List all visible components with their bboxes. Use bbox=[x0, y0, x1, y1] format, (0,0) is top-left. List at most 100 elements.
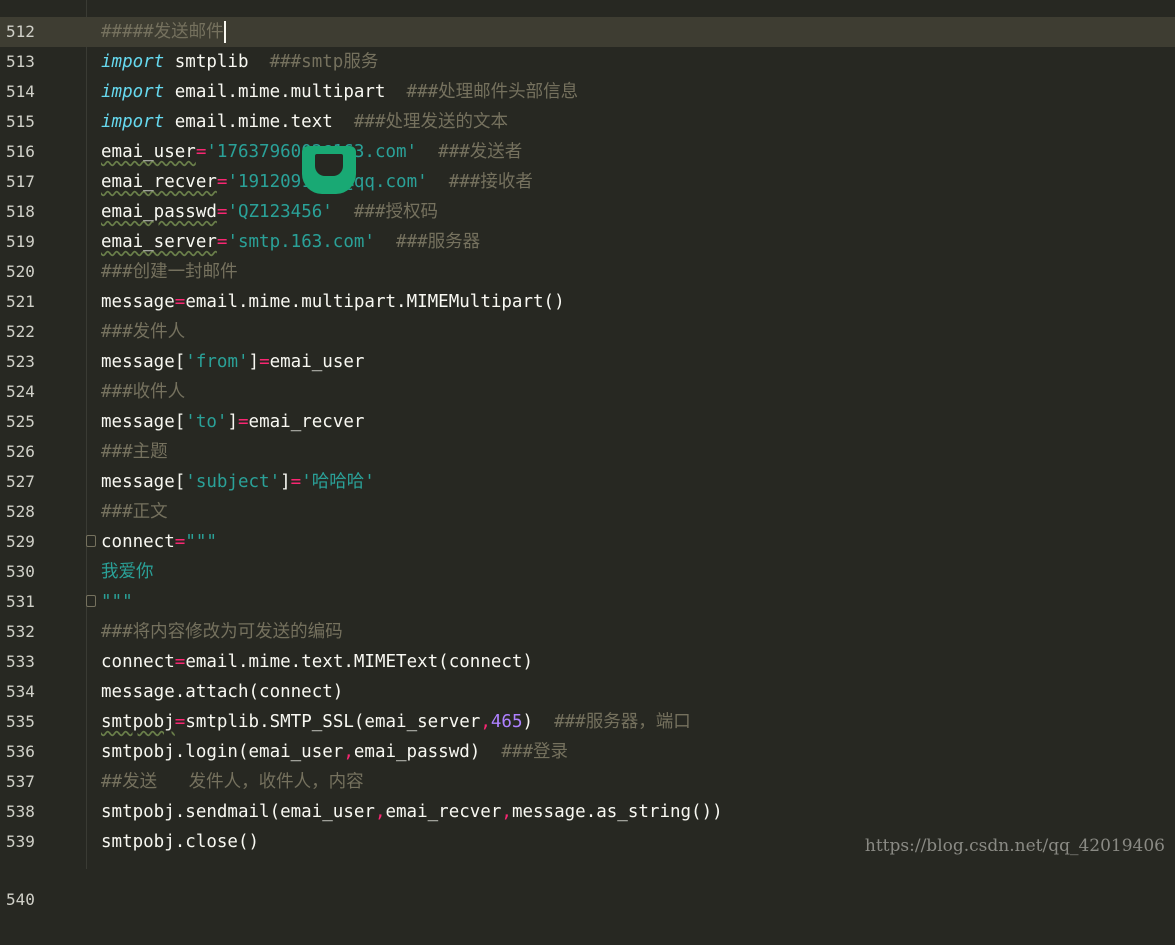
code-token: emai_recver bbox=[248, 412, 365, 432]
code-token: """ bbox=[185, 532, 217, 552]
code-line[interactable]: 533 connect=email.mime.text.MIMEText(conn… bbox=[0, 647, 1175, 677]
code-token: = bbox=[216, 232, 228, 252]
code-line[interactable]: 516emai_user='1763796002@163.com' ###发送者 bbox=[0, 137, 1175, 167]
code-line[interactable]: 526 ###主题 bbox=[0, 437, 1175, 467]
line-number: 513 bbox=[6, 52, 35, 71]
code-token: , bbox=[480, 712, 491, 732]
fold-marker-icon[interactable] bbox=[86, 535, 96, 547]
code-line[interactable]: 529 connect=""" bbox=[0, 527, 1175, 557]
code-line[interactable]: 518 emai_passwd='QZ123456' ###授权码 bbox=[0, 197, 1175, 227]
code-text[interactable]: message['subject']='哈哈哈' bbox=[101, 467, 375, 497]
code-text[interactable]: import smtplib ###smtp服务 bbox=[101, 47, 378, 77]
code-token: ###处理发送的文本 bbox=[353, 112, 508, 132]
code-line[interactable]: 513 import smtplib ###smtp服务 bbox=[0, 47, 1175, 77]
code-token: smtpobj bbox=[101, 712, 175, 732]
code-text[interactable]: 我爱你 bbox=[101, 557, 154, 587]
code-line[interactable]: 540 bbox=[0, 855, 1175, 909]
line-number: 535 bbox=[6, 712, 35, 731]
code-token: = bbox=[216, 202, 228, 222]
code-text[interactable]: """ bbox=[101, 587, 133, 617]
code-token: ###服务器 bbox=[396, 232, 481, 252]
code-text[interactable]: ###发件人 bbox=[101, 317, 185, 347]
line-number: 536 bbox=[6, 742, 35, 761]
code-line[interactable]: 535 smtpobj=smtplib.SMTP_SSL(emai_server,… bbox=[0, 707, 1175, 737]
code-text[interactable]: smtpobj=smtplib.SMTP_SSL(emai_server,465… bbox=[101, 707, 691, 737]
code-token: = bbox=[216, 172, 228, 192]
code-line[interactable]: 534 message.attach(connect) bbox=[0, 677, 1175, 707]
line-number: 524 bbox=[6, 382, 35, 401]
code-token: 'QZ123456' bbox=[227, 202, 333, 222]
code-token: smtplib.SMTP_SSL(emai_server bbox=[185, 712, 481, 732]
code-text[interactable]: #####发送邮件 bbox=[101, 17, 226, 47]
code-text[interactable]: emai_passwd='QZ123456' ###授权码 bbox=[101, 197, 438, 227]
code-text[interactable]: import email.mime.text ###处理发送的文本 bbox=[101, 107, 508, 137]
code-text[interactable]: message=email.mime.multipart.MIMEMultipa… bbox=[101, 287, 565, 317]
code-line[interactable]: 522 ###发件人 bbox=[0, 317, 1175, 347]
code-token: message[ bbox=[101, 352, 186, 372]
code-token: message[ bbox=[101, 412, 186, 432]
code-token: = bbox=[174, 712, 186, 732]
code-text[interactable]: connect=""" bbox=[101, 527, 217, 557]
code-text[interactable]: smtpobj.login(emai_user,emai_passwd) ###… bbox=[101, 737, 568, 767]
code-line[interactable]: 530 我爱你 bbox=[0, 557, 1175, 587]
code-text[interactable]: ###主题 bbox=[101, 437, 168, 467]
code-line[interactable]: 515 import email.mime.text ###处理发送的文本 bbox=[0, 107, 1175, 137]
fold-marker-icon[interactable] bbox=[86, 595, 96, 607]
code-text[interactable]: import email.mime.multipart ###处理邮件头部信息 bbox=[101, 77, 578, 107]
code-line[interactable]: 523 message['from']=emai_user bbox=[0, 347, 1175, 377]
code-line[interactable]: 519 emai_server='smtp.163.com' ###服务器 bbox=[0, 227, 1175, 257]
code-text[interactable]: emai_server='smtp.163.com' ###服务器 bbox=[101, 227, 480, 257]
code-line[interactable]: 525 message['to']=emai_recver bbox=[0, 407, 1175, 437]
code-line[interactable]: 538 smtpobj.sendmail(emai_user,emai_recve… bbox=[0, 797, 1175, 827]
code-line[interactable]: 517emai_recver='1912091970@qq.com' ###接收… bbox=[0, 167, 1175, 197]
code-line[interactable]: 528 ###正文 bbox=[0, 497, 1175, 527]
code-token: emai_user bbox=[269, 352, 365, 372]
code-line[interactable]: 537 ##发送 发件人，收件人，内容 bbox=[0, 767, 1175, 797]
code-token: ] bbox=[248, 352, 260, 372]
code-line[interactable]: 531 """ bbox=[0, 587, 1175, 617]
line-number: 526 bbox=[6, 442, 35, 461]
code-text[interactable]: ##发送 发件人，收件人，内容 bbox=[101, 767, 364, 797]
code-token: import bbox=[101, 112, 165, 132]
line-number: 540 bbox=[6, 890, 35, 909]
line-number: 525 bbox=[6, 412, 35, 431]
code-token: message.attach(connect) bbox=[101, 682, 344, 702]
code-token: = bbox=[174, 292, 186, 312]
code-text[interactable]: connect=email.mime.text.MIMEText(connect… bbox=[101, 647, 533, 677]
line-number: 517 bbox=[6, 172, 35, 191]
code-text[interactable]: ###创建一封邮件 bbox=[101, 257, 238, 287]
code-line[interactable]: 514 import email.mime.multipart ###处理邮件头部… bbox=[0, 77, 1175, 107]
line-number: 515 bbox=[6, 112, 35, 131]
code-text[interactable]: message.attach(connect) bbox=[101, 677, 343, 707]
code-text[interactable]: smtpobj.sendmail(emai_user,emai_recver,m… bbox=[101, 797, 723, 827]
code-line[interactable]: 532 ###将内容修改为可发送的编码 bbox=[0, 617, 1175, 647]
code-line[interactable]: 536 smtpobj.login(emai_user,emai_passwd) … bbox=[0, 737, 1175, 767]
line-number: 527 bbox=[6, 472, 35, 491]
code-text[interactable]: ###正文 bbox=[101, 497, 168, 527]
line-number: 539 bbox=[6, 832, 35, 851]
code-token: email.mime.multipart bbox=[164, 82, 407, 102]
code-token: ###发送者 bbox=[438, 142, 523, 162]
code-token: ###发件人 bbox=[101, 322, 186, 342]
code-editor[interactable]: 511 512 #####发送邮件 513 import smtplib ###smt… bbox=[0, 0, 1175, 909]
code-token: = bbox=[195, 142, 207, 162]
code-line[interactable]: 520 ###创建一封邮件 bbox=[0, 257, 1175, 287]
code-line[interactable]: 524 ###收件人 bbox=[0, 377, 1175, 407]
code-line[interactable]: 527 message['subject']='哈哈哈' bbox=[0, 467, 1175, 497]
code-token: ] bbox=[227, 412, 238, 432]
code-text[interactable]: ###将内容修改为可发送的编码 bbox=[101, 617, 343, 647]
code-token: emai_server bbox=[101, 232, 217, 252]
code-text[interactable]: message['from']=emai_user bbox=[101, 347, 364, 377]
code-text[interactable]: smtpobj.close() bbox=[101, 827, 259, 857]
line-number: 529 bbox=[6, 532, 35, 551]
code-token: = bbox=[174, 652, 186, 672]
code-line[interactable]: 511 bbox=[0, 0, 1175, 39]
code-token: smtplib bbox=[164, 52, 270, 72]
code-text[interactable]: ###收件人 bbox=[101, 377, 185, 407]
line-number: 520 bbox=[6, 262, 35, 281]
line-number: 531 bbox=[6, 592, 35, 611]
code-text[interactable]: message['to']=emai_recver bbox=[101, 407, 364, 437]
code-line[interactable]: 521 message=email.mime.multipart.MIMEMult… bbox=[0, 287, 1175, 317]
current-code-line[interactable]: 512 #####发送邮件 bbox=[0, 17, 1175, 47]
